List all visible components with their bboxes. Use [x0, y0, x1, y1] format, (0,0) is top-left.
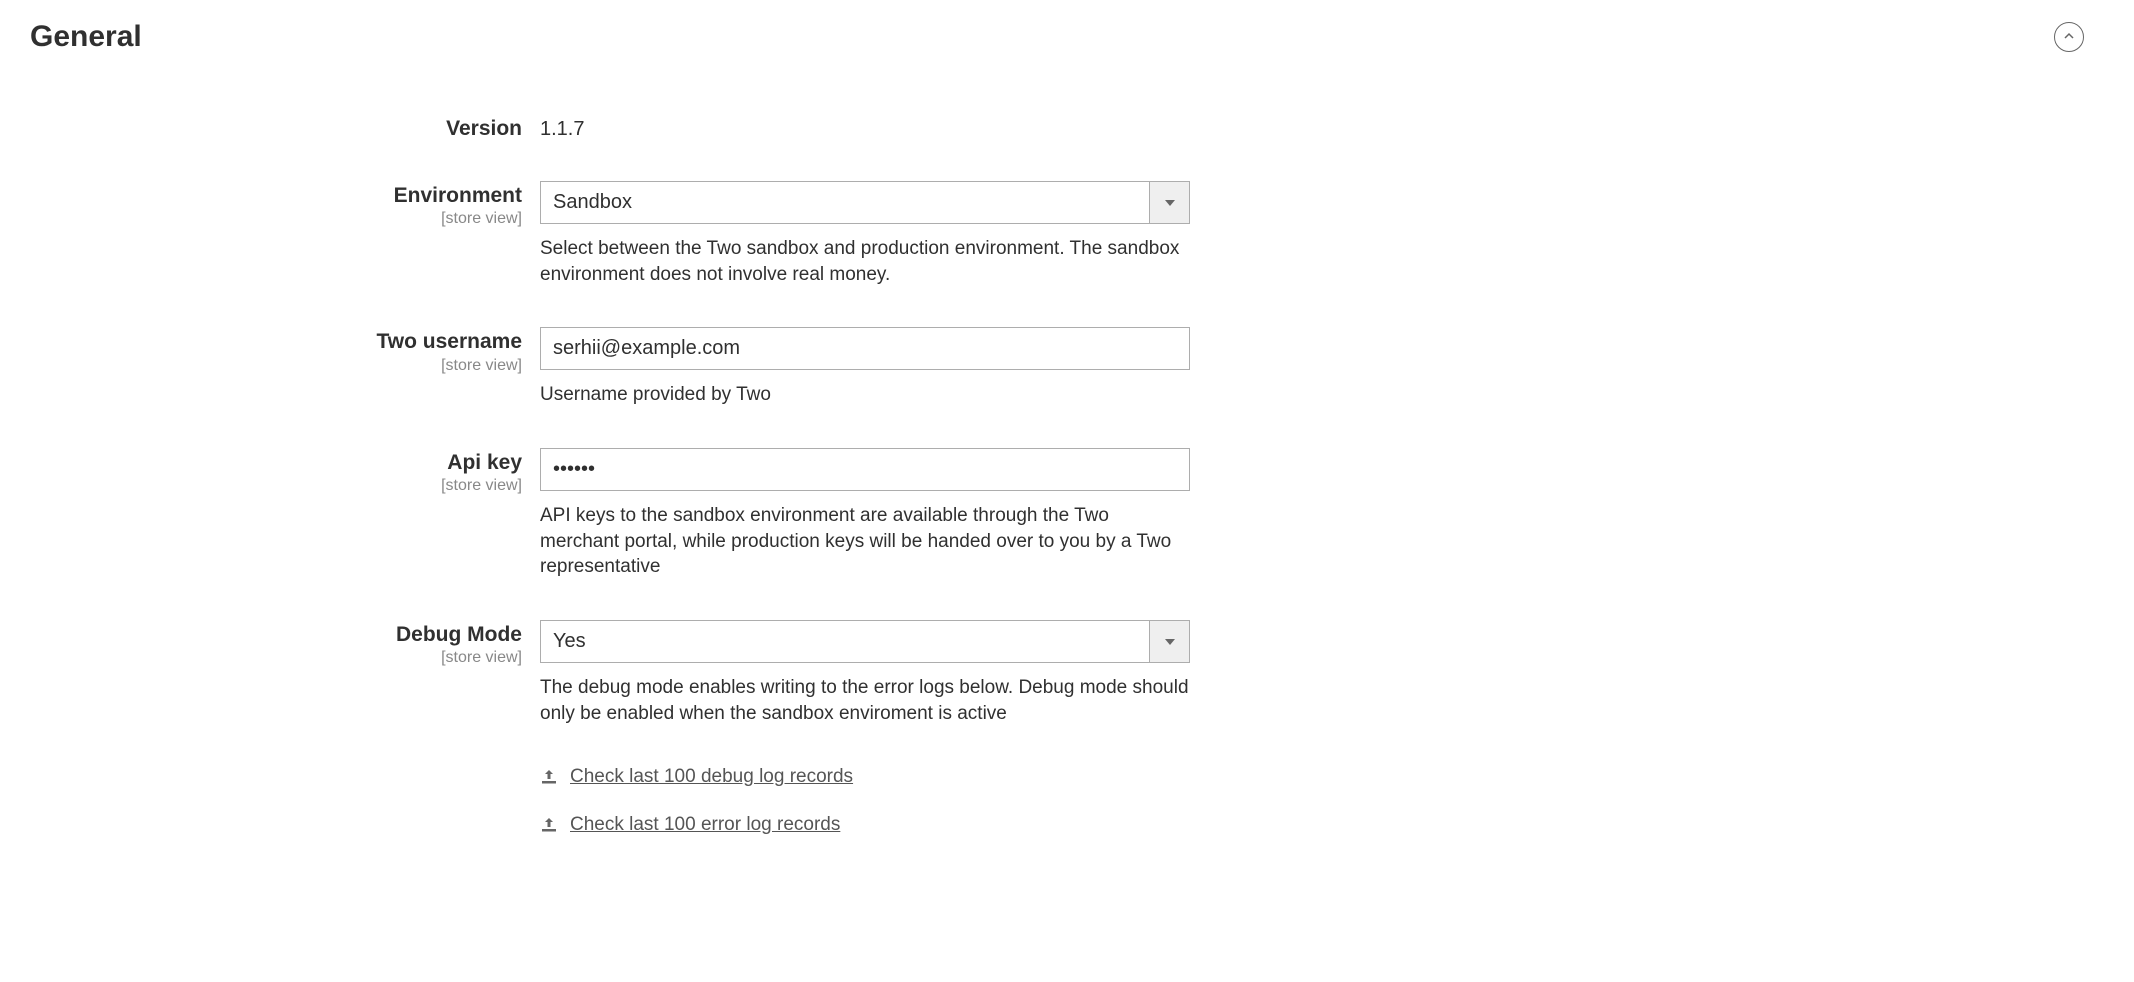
environment-select-value: Sandbox — [541, 182, 1149, 223]
collapse-toggle-button[interactable] — [2054, 22, 2084, 52]
field-apikey: Api key [store view] API keys to the san… — [30, 448, 2104, 580]
apikey-label: Api key — [30, 450, 522, 475]
username-help-text: Username provided by Two — [540, 382, 1190, 408]
field-value-col: Username provided by Two — [540, 327, 1190, 408]
dropdown-arrow-icon — [1149, 621, 1189, 662]
upload-icon — [540, 816, 558, 834]
username-label: Two username — [30, 329, 522, 354]
field-username: Two username [store view] Username provi… — [30, 327, 2104, 408]
debug-scope: [store view] — [30, 649, 522, 667]
upload-icon — [540, 768, 558, 786]
environment-select[interactable]: Sandbox — [540, 181, 1190, 224]
apikey-input[interactable] — [540, 448, 1190, 491]
log-links: Check last 100 debug log records Check l… — [540, 766, 1190, 836]
section-title: General — [30, 20, 142, 54]
dropdown-arrow-icon — [1149, 182, 1189, 223]
version-label: Version — [30, 116, 522, 141]
field-label-col: Environment [store view] — [30, 181, 540, 287]
section-header: General — [30, 20, 2104, 54]
username-scope: [store view] — [30, 357, 522, 375]
field-value-col: 1.1.7 — [540, 114, 1190, 141]
environment-help-text: Select between the Two sandbox and produ… — [540, 236, 1190, 287]
error-log-link-row: Check last 100 error log records — [540, 814, 1190, 836]
username-input[interactable] — [540, 327, 1190, 370]
apikey-scope: [store view] — [30, 477, 522, 495]
debug-log-link[interactable]: Check last 100 debug log records — [570, 766, 853, 788]
environment-label: Environment — [30, 183, 522, 208]
field-label-col: Debug Mode [store view] — [30, 620, 540, 862]
field-value-col: Sandbox Select between the Two sandbox a… — [540, 181, 1190, 287]
field-environment: Environment [store view] Sandbox Select … — [30, 181, 2104, 287]
chevron-up-icon — [2063, 30, 2075, 45]
debug-label: Debug Mode — [30, 622, 522, 647]
field-label-col: Api key [store view] — [30, 448, 540, 580]
field-version: Version 1.1.7 — [30, 114, 2104, 141]
field-value-col: API keys to the sandbox environment are … — [540, 448, 1190, 580]
debug-log-link-row: Check last 100 debug log records — [540, 766, 1190, 788]
field-label-col: Version — [30, 114, 540, 141]
debug-select[interactable]: Yes — [540, 620, 1190, 663]
version-value: 1.1.7 — [540, 114, 1190, 141]
field-debug: Debug Mode [store view] Yes The debug mo… — [30, 620, 2104, 862]
debug-select-value: Yes — [541, 621, 1149, 662]
debug-help-text: The debug mode enables writing to the er… — [540, 675, 1190, 726]
field-value-col: Yes The debug mode enables writing to th… — [540, 620, 1190, 862]
apikey-help-text: API keys to the sandbox environment are … — [540, 503, 1190, 580]
error-log-link[interactable]: Check last 100 error log records — [570, 814, 840, 836]
field-label-col: Two username [store view] — [30, 327, 540, 408]
environment-scope: [store view] — [30, 210, 522, 228]
